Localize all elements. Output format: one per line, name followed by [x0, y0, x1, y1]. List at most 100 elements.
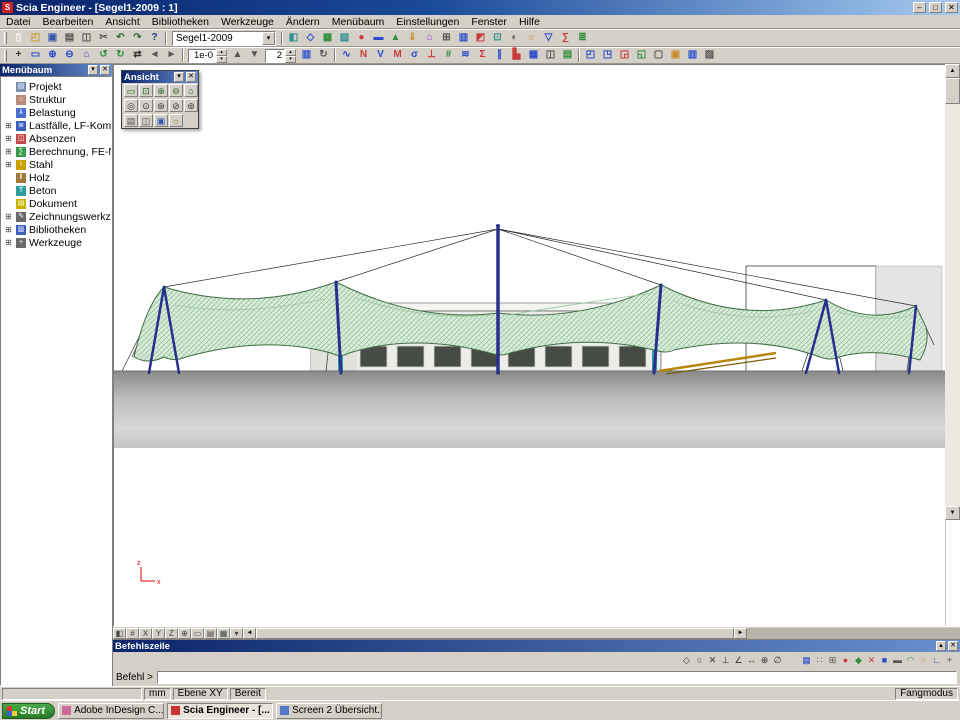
vertical-scroll-thumb[interactable]: [945, 78, 960, 104]
start-button[interactable]: Start: [2, 703, 55, 719]
snap-edge-icon[interactable]: ▬: [891, 655, 904, 667]
menu-item[interactable]: Fenster: [465, 16, 513, 28]
scroll-left-icon[interactable]: ◄: [243, 628, 256, 639]
tree-expander-icon[interactable]: ⊞: [4, 212, 13, 221]
normal-force-icon[interactable]: N: [355, 48, 372, 63]
layer-select-icon[interactable]: ▥: [298, 48, 315, 63]
layers-mode-icon[interactable]: ▤: [204, 628, 217, 639]
horizontal-scroll-track[interactable]: [747, 628, 960, 639]
wireframe-icon[interactable]: ◇: [302, 31, 319, 46]
status-snap-mode[interactable]: Fangmodus: [895, 688, 958, 700]
tree-item-lastfaelle[interactable]: ⊞ ≣ Lastfälle, LF-Kombinatior: [1, 119, 111, 132]
magnify-out-icon[interactable]: ⊘: [169, 99, 183, 112]
snap-clear-icon[interactable]: ∅: [771, 655, 784, 667]
axonometry-icon[interactable]: #: [126, 628, 139, 639]
scroll-down-icon[interactable]: ▼: [945, 506, 960, 520]
close-icon[interactable]: ✕: [948, 641, 958, 651]
line-grid-icon[interactable]: ⊞: [826, 655, 839, 667]
help-icon[interactable]: ?: [146, 31, 163, 46]
activity-icon[interactable]: ◩: [472, 31, 489, 46]
calculation-icon[interactable]: ∑: [557, 31, 574, 46]
spin-up-icon[interactable]: ▴: [216, 49, 227, 56]
tree-item-beton[interactable]: T Beton: [1, 184, 111, 197]
spin-up-icon[interactable]: ▴: [285, 49, 296, 56]
menu-item[interactable]: Bearbeiten: [37, 16, 100, 28]
tree-expander-icon[interactable]: ⊞: [4, 238, 13, 247]
zoom-select-icon[interactable]: ▭: [124, 84, 138, 97]
preview-icon[interactable]: ◫: [542, 48, 559, 63]
scale-up-icon[interactable]: ▲: [229, 48, 246, 63]
tree-expander-icon[interactable]: ⊞: [4, 121, 13, 130]
task-scia-engineer[interactable]: Scia Engineer - [...: [167, 703, 273, 719]
light-icon[interactable]: ☼: [523, 31, 540, 46]
zoom-all-icon[interactable]: ⌂: [184, 84, 198, 97]
tree-item-holz[interactable]: ‖ Holz: [1, 171, 111, 184]
next-view-icon[interactable]: ►: [163, 48, 180, 63]
menu-item[interactable]: Menübaum: [326, 16, 391, 28]
tracking-icon[interactable]: +: [943, 655, 956, 667]
tree-item-absenzen[interactable]: ⊞ ◫ Absenzen: [1, 132, 111, 145]
options-icon[interactable]: ▾: [230, 628, 243, 639]
zoom-out-icon[interactable]: ⊖: [169, 84, 183, 97]
snap-endpoint-icon[interactable]: ●: [839, 655, 852, 667]
cut-icon[interactable]: ✂: [95, 31, 112, 46]
toolbar-grip[interactable]: [4, 32, 7, 44]
undo-icon[interactable]: ↶: [112, 31, 129, 46]
save-view-icon[interactable]: ▣: [154, 114, 168, 127]
snap-intersection-icon[interactable]: ✕: [865, 655, 878, 667]
member-labels-icon[interactable]: ▬: [370, 31, 387, 46]
menu-item[interactable]: Werkzeuge: [215, 16, 280, 28]
minimize-button[interactable]: –: [913, 2, 926, 13]
pan-icon[interactable]: ⇄: [129, 48, 146, 63]
tree-item-bibliotheken[interactable]: ⊞ ▥ Bibliotheken: [1, 223, 111, 236]
chevron-up-icon[interactable]: ▴: [936, 641, 946, 651]
print-view-icon[interactable]: ▤: [124, 114, 138, 127]
tree-item-projekt[interactable]: ▤ Projekt: [1, 80, 111, 93]
moment-icon[interactable]: M: [389, 48, 406, 63]
results-icon[interactable]: ≣: [574, 31, 591, 46]
grid-icon[interactable]: ⊞: [438, 31, 455, 46]
tree-item-stahl[interactable]: ⊞ I Stahl: [1, 158, 111, 171]
export-icon[interactable]: ▨: [701, 48, 718, 63]
close-icon[interactable]: ✕: [186, 72, 196, 82]
window-mode-icon[interactable]: ▭: [191, 628, 204, 639]
grid-mode-icon[interactable]: ▦: [217, 628, 230, 639]
model-viewport[interactable]: z x Ansicht ▾ ✕ ▭⊡⊕⊖⌂: [113, 64, 945, 626]
view-z-icon[interactable]: Z: [165, 628, 178, 639]
refresh-icon[interactable]: ↻: [315, 48, 332, 63]
report-icon[interactable]: ▤: [559, 48, 576, 63]
print-icon[interactable]: ▤: [61, 31, 78, 46]
scroll-up-icon[interactable]: ▲: [945, 64, 960, 78]
supports-icon[interactable]: ▲: [387, 31, 404, 46]
magnify-in-icon[interactable]: ⊛: [154, 99, 168, 112]
tree-item-struktur[interactable]: ⌂ Struktur: [1, 93, 111, 106]
shear-force-icon[interactable]: V: [372, 48, 389, 63]
perspective-icon[interactable]: ▽: [540, 31, 557, 46]
document-icon[interactable]: ▥: [684, 48, 701, 63]
section-cut-icon[interactable]: ∥: [491, 48, 508, 63]
split-view-icon[interactable]: ◳: [599, 48, 616, 63]
ortho-icon[interactable]: ∟: [930, 655, 943, 667]
layers-icon[interactable]: ▥: [455, 31, 472, 46]
menu-item[interactable]: Ansicht: [99, 16, 145, 28]
dot-grid-icon[interactable]: ∷: [813, 655, 826, 667]
diagram-icon[interactable]: ▙: [508, 48, 525, 63]
magnify-window-icon[interactable]: ⊙: [139, 99, 153, 112]
model-data-icon[interactable]: ⌂: [421, 31, 438, 46]
befehlszeile-header[interactable]: Befehlszeile ▴ ✕: [113, 640, 960, 652]
previous-view-icon[interactable]: ◄: [146, 48, 163, 63]
zoom-mode-icon[interactable]: ⊕: [178, 628, 191, 639]
menu-item[interactable]: Datei: [0, 16, 37, 28]
chevron-down-icon[interactable]: ▾: [174, 72, 184, 82]
magnify-all-icon[interactable]: ⊚: [184, 99, 198, 112]
save-icon[interactable]: ▣: [44, 31, 61, 46]
render-mode-icon[interactable]: ◧: [285, 31, 302, 46]
envelope-icon[interactable]: ≋: [457, 48, 474, 63]
zoom-all-icon[interactable]: ⌂: [78, 48, 95, 63]
snap-tangent-icon[interactable]: ○: [917, 655, 930, 667]
snap-center-icon[interactable]: ⊕: [758, 655, 771, 667]
chevron-down-icon[interactable]: ▾: [262, 32, 275, 45]
print-preview-icon[interactable]: ◫: [78, 31, 95, 46]
ansicht-header[interactable]: Ansicht ▾ ✕: [122, 71, 198, 83]
scale-field-value[interactable]: 1e-0: [188, 49, 216, 63]
